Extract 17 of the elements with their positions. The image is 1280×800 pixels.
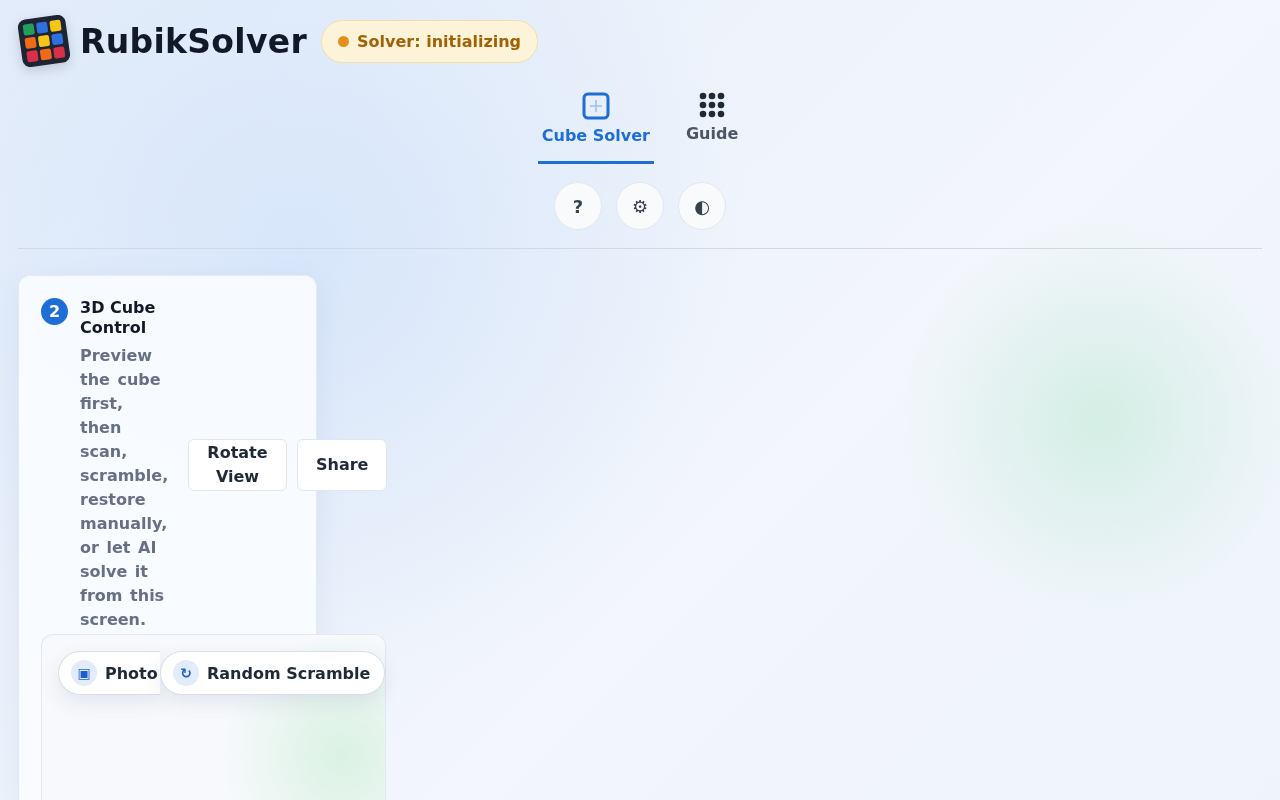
- step-number: 2: [41, 298, 68, 325]
- grid-icon: [699, 92, 726, 118]
- app-title: RubikSolver: [80, 21, 307, 61]
- tool-button[interactable]: ◐: [678, 182, 726, 230]
- status-badge: Solver: initializing: [321, 19, 539, 63]
- action-button[interactable]: Rotate View: [188, 439, 287, 491]
- mode-button[interactable]: ↻ Random Scramble: [160, 651, 386, 695]
- step-description: Preview the cube first, then scan, scramble, restore manually, or let AI solve it from this screen.: [80, 345, 170, 631]
- cube-logo-icon: [18, 15, 70, 67]
- mode-button[interactable]: ▣ Photo: [58, 651, 160, 695]
- tool-button[interactable]: ?: [554, 182, 602, 230]
- action-button[interactable]: Share: [297, 439, 387, 491]
- tab[interactable]: Guide: [681, 92, 743, 164]
- tab[interactable]: Cube Solver: [537, 92, 654, 164]
- tool-button[interactable]: ⚙: [616, 182, 664, 230]
- plus-icon: [581, 92, 610, 120]
- step-title: 3D Cube Control: [80, 298, 157, 338]
